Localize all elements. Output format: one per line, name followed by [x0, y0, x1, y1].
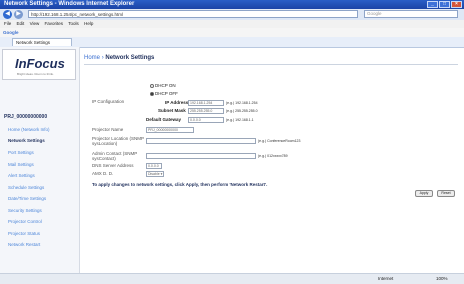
amx-dd-value: Disable [148, 172, 160, 176]
divider [84, 64, 458, 65]
sidebar-item-datetime-settings[interactable]: Date/Time Settings [8, 196, 46, 201]
amx-dd-label: AMX D. D. [92, 171, 114, 176]
reset-button[interactable]: Reset [437, 190, 455, 197]
menu-file[interactable]: File [4, 21, 11, 26]
status-bar: Internet 100% [0, 273, 464, 284]
default-gateway-label: Default Gateway [146, 117, 182, 122]
url-input[interactable]: http://192.168.1.254/pc_network_settings… [28, 10, 358, 18]
menu-view[interactable]: View [30, 21, 40, 26]
dhcp-on-radio[interactable] [150, 83, 154, 88]
breadcrumb: Home › Network Settings [84, 55, 154, 61]
sidebar-item-home[interactable]: Home (Network Info) [8, 127, 50, 132]
infocus-logo: InFocus Bright ideas. Room to think. [2, 49, 76, 80]
subnet-mask-hint: (e.g.) 255.255.255.0 [226, 109, 258, 113]
ip-address-hint: (e.g.) 192.168.1.254 [226, 101, 258, 105]
window-title: Network Settings - Windows Internet Expl… [4, 1, 135, 7]
sidebar-item-schedule-settings[interactable]: Schedule Settings [8, 185, 44, 190]
dhcp-on-label: DHCP ON [155, 83, 176, 88]
amx-dd-select[interactable]: Disable ▾ [146, 171, 164, 177]
logo-tagline: Bright ideas. Room to think. [17, 72, 54, 76]
menu-bar: File Edit View Favorites Tools Help [0, 20, 464, 28]
maximize-button[interactable]: □ [439, 1, 450, 8]
menu-help[interactable]: Help [84, 21, 93, 26]
apply-button[interactable]: Apply [415, 190, 433, 197]
dhcp-off-label: DHCP OFF [155, 91, 178, 96]
sidebar-item-port-settings[interactable]: Port Settings [8, 150, 34, 155]
apply-note: To apply changes to network settings, cl… [92, 182, 268, 187]
dhcp-on-option[interactable]: DHCP ON [150, 83, 176, 88]
page-title: Network Settings [105, 55, 155, 61]
logo-text: InFocus [15, 56, 65, 71]
main-content: Home › Network Settings IP Configuration… [80, 47, 464, 273]
minimize-button[interactable]: _ [427, 1, 438, 8]
sidebar-item-network-restart[interactable]: Network Restart [8, 242, 40, 247]
tab-network-settings[interactable]: Network Settings [12, 38, 72, 46]
device-name: PRJ_00000000000 [4, 114, 48, 120]
menu-tools[interactable]: Tools [68, 21, 79, 26]
admin-contact-hint: (e.g.) 012xxxxx789 [258, 154, 288, 158]
forward-icon[interactable]: ▶ [14, 10, 23, 19]
projector-location-input[interactable] [146, 138, 256, 144]
ip-config-label: IP Configuration [92, 99, 125, 104]
back-icon[interactable]: ◀ [3, 10, 12, 19]
menu-edit[interactable]: Edit [17, 21, 25, 26]
sidebar-item-projector-control[interactable]: Projector Control [8, 219, 42, 224]
window-titlebar: Network Settings - Windows Internet Expl… [0, 0, 464, 9]
sidebar-item-mail-settings[interactable]: Mail Settings [8, 162, 34, 167]
admin-contact-input[interactable] [146, 153, 256, 159]
dns-server-input[interactable]: 0.0.0.0 [146, 163, 162, 169]
projector-location-label: Projector Location (SNMP sysLocation) [92, 136, 144, 146]
ip-address-label: IP Address [165, 100, 189, 105]
sidebar: InFocus Bright ideas. Room to think. PRJ… [0, 47, 80, 273]
tab-label: Network Settings [16, 40, 51, 45]
sidebar-item-alert-settings[interactable]: Alert Settings [8, 173, 35, 178]
google-label: Google [3, 30, 19, 35]
sidebar-item-security-settings[interactable]: Security Settings [8, 208, 42, 213]
dns-server-label: DNS Server Address [92, 163, 134, 168]
projector-name-label: Projector Name [92, 127, 124, 132]
ip-address-input[interactable]: 192.168.1.254 [188, 100, 224, 106]
sidebar-item-projector-status[interactable]: Projector Status [8, 231, 40, 236]
default-gateway-input[interactable]: 0.0.0.0 [188, 117, 224, 123]
search-input[interactable]: Google [364, 10, 458, 18]
close-button[interactable]: × [451, 1, 462, 8]
sidebar-item-network-settings[interactable]: Network Settings [8, 138, 45, 143]
dhcp-off-option[interactable]: DHCP OFF [150, 91, 178, 96]
dhcp-off-radio[interactable] [150, 91, 154, 96]
menu-favorites[interactable]: Favorites [45, 21, 64, 26]
projector-name-input[interactable]: PRJ_00000000000 [146, 127, 194, 133]
projector-location-hint: (e.g.) ConferenceRoom123 [258, 139, 301, 143]
subnet-mask-input[interactable]: 255.255.255.0 [188, 108, 224, 114]
default-gateway-hint: (e.g.) 192.168.1.1 [226, 118, 254, 122]
breadcrumb-home[interactable]: Home [84, 55, 100, 61]
subnet-mask-label: Subnet Mask [158, 108, 186, 113]
admin-contact-label: Admin Contact (SNMP sysContact) [92, 151, 138, 161]
